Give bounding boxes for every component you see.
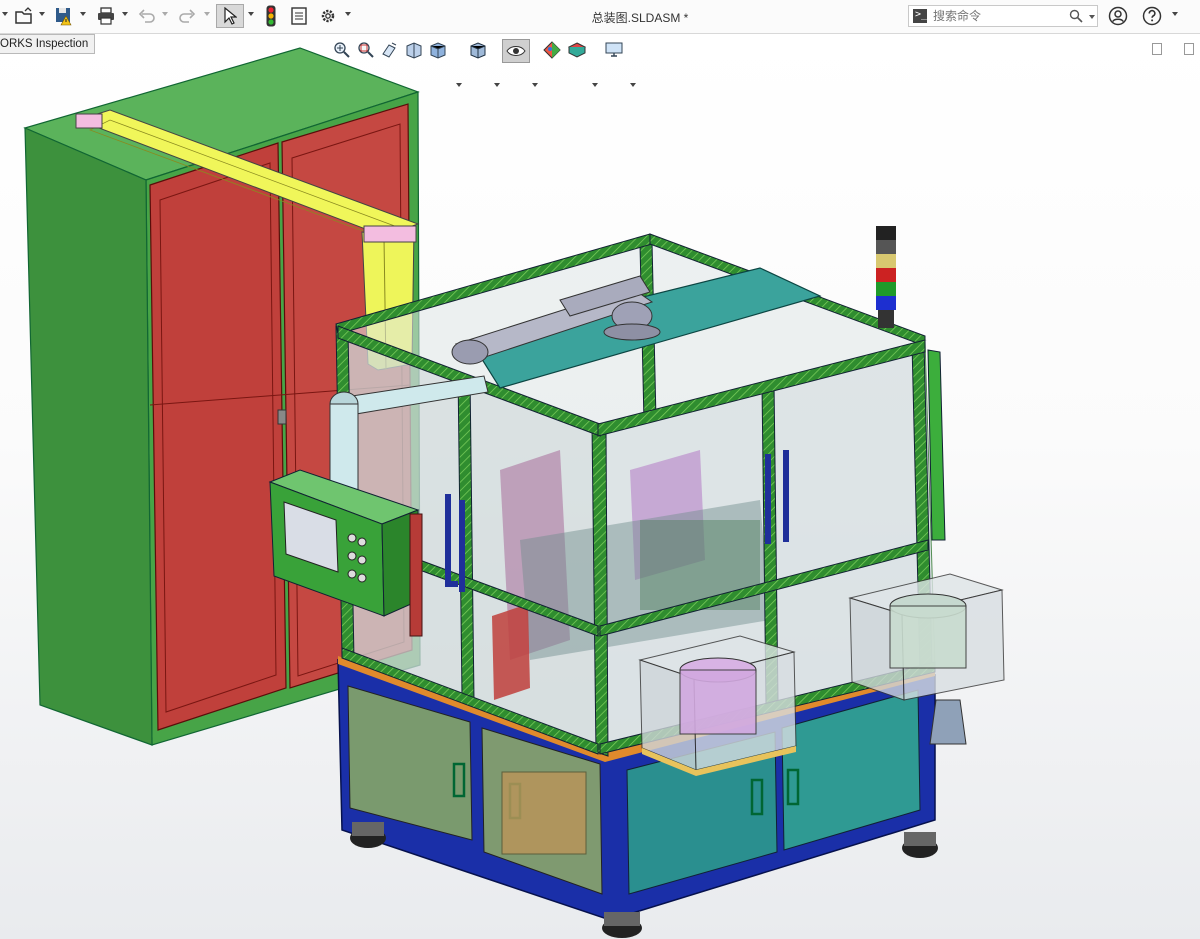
search-box[interactable]: >_	[908, 5, 1098, 27]
chevron-down-icon[interactable]	[39, 12, 45, 16]
collapse-panel-icon[interactable]	[1152, 43, 1162, 55]
zoom-area-icon[interactable]	[356, 39, 376, 61]
tooltip-label: ORKS Inspection	[0, 34, 96, 54]
chevron-down-icon[interactable]	[456, 83, 462, 87]
display-style-icon[interactable]	[468, 39, 488, 61]
traffic-light-icon[interactable]	[262, 4, 280, 28]
chevron-down-icon[interactable]	[494, 83, 500, 87]
search-icon[interactable]	[1069, 9, 1083, 23]
redo-icon[interactable]	[176, 4, 198, 28]
print-icon[interactable]	[94, 4, 118, 28]
view-orientation-icon[interactable]	[428, 39, 448, 61]
chevron-down-icon[interactable]	[2, 12, 8, 16]
hide-show-items-icon[interactable]	[502, 39, 530, 63]
view-settings-icon[interactable]	[604, 39, 624, 61]
command-prompt-icon: >_	[913, 9, 927, 23]
chevron-down-icon[interactable]	[162, 12, 168, 16]
options-gear-icon[interactable]	[316, 4, 340, 28]
undo-icon[interactable]	[136, 4, 158, 28]
chevron-down-icon[interactable]	[1089, 15, 1095, 19]
search-input[interactable]	[933, 8, 1053, 24]
previous-view-icon[interactable]	[380, 39, 400, 61]
edit-appearance-icon[interactable]	[542, 39, 562, 61]
chevron-down-icon[interactable]	[1172, 12, 1178, 16]
signal-tower-light[interactable]	[876, 226, 896, 328]
chevron-down-icon[interactable]	[204, 12, 210, 16]
help-icon[interactable]	[1140, 4, 1164, 28]
document-title: 总装图.SLDASM *	[591, 11, 689, 25]
feeder-bin-left[interactable]	[638, 635, 797, 776]
chevron-down-icon[interactable]	[122, 12, 128, 16]
top-toolbar: 总装图.SLDASM * >_	[0, 0, 1200, 34]
graphics-area[interactable]	[0, 34, 1200, 939]
chevron-down-icon[interactable]	[592, 83, 598, 87]
user-account-icon[interactable]	[1106, 4, 1130, 28]
chevron-down-icon[interactable]	[630, 83, 636, 87]
save-icon[interactable]	[52, 4, 76, 28]
zoom-to-fit-icon[interactable]	[332, 39, 352, 61]
open-icon[interactable]	[12, 4, 36, 28]
select-icon[interactable]	[216, 4, 244, 28]
chevron-down-icon[interactable]	[532, 83, 538, 87]
chevron-down-icon[interactable]	[345, 12, 351, 16]
expand-panel-icon[interactable]	[1184, 43, 1194, 55]
file-properties-icon[interactable]	[288, 4, 310, 28]
chevron-down-icon[interactable]	[248, 12, 254, 16]
assembly-model[interactable]	[0, 34, 1200, 939]
section-view-icon[interactable]	[404, 39, 424, 61]
chevron-down-icon[interactable]	[80, 12, 86, 16]
apply-scene-icon[interactable]	[566, 39, 588, 61]
